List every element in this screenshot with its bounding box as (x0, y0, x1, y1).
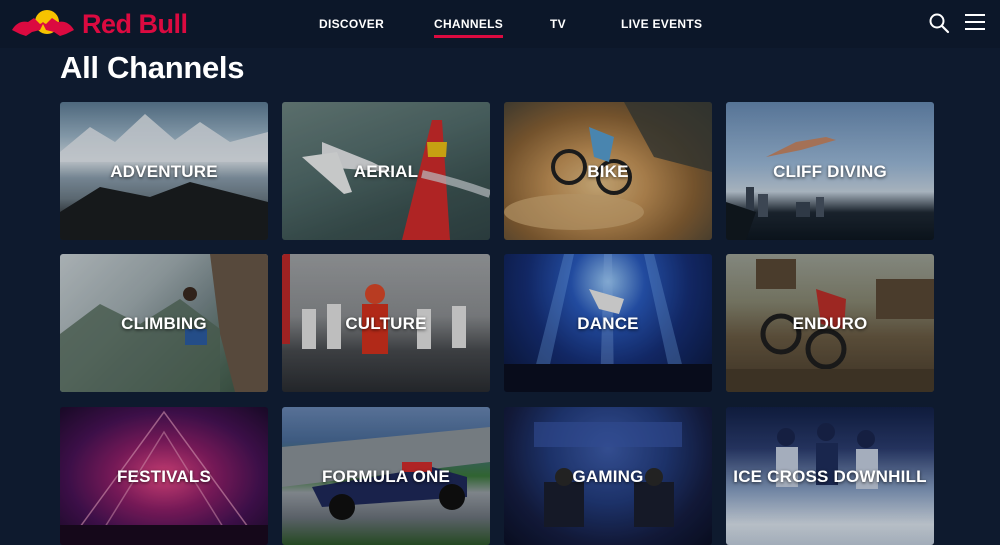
channel-tile-ice-cross-downhill[interactable]: ICE CROSS DOWNHILL (726, 407, 934, 545)
nav-item-discover[interactable]: DISCOVER (319, 17, 384, 31)
nav-item-channels[interactable]: CHANNELS (434, 17, 504, 38)
channel-tile-festivals[interactable]: FESTIVALS (60, 407, 268, 545)
channel-label: AERIAL (353, 162, 419, 181)
brand-name: Red Bull (82, 8, 188, 39)
channel-label: FESTIVALS (116, 467, 212, 486)
channel-label: ADVENTURE (110, 162, 218, 181)
channel-tile-formula-one[interactable]: FORMULA ONE (282, 407, 490, 545)
red-bull-logo[interactable]: Red Bull (10, 4, 190, 44)
channel-tile-culture[interactable]: CULTURE (282, 254, 490, 392)
search-icon[interactable] (928, 12, 950, 34)
nav-item-live-events[interactable]: LIVE EVENTS (621, 17, 702, 31)
channel-tile-dance[interactable]: DANCE (504, 254, 712, 392)
channel-label: FORMULA ONE (321, 467, 451, 486)
channel-tile-climbing[interactable]: CLIMBING (60, 254, 268, 392)
channel-label: ENDURO (792, 314, 868, 333)
channel-label: BIKE (587, 162, 629, 181)
channel-label: CLIMBING (121, 314, 207, 333)
channel-tile-cliff-diving[interactable]: CLIFF DIVING (726, 102, 934, 240)
channel-label: ICE CROSS DOWNHILL (733, 467, 927, 486)
channel-label: CULTURE (345, 314, 427, 333)
hamburger-menu-icon[interactable] (965, 14, 985, 32)
site-header: Red Bull DISCOVER CHANNELS TV LIVE EVENT… (0, 0, 1000, 48)
channel-tile-gaming[interactable]: GAMING (504, 407, 712, 545)
page-title: All Channels (60, 50, 245, 85)
channel-label: CLIFF DIVING (773, 162, 887, 181)
nav-item-tv[interactable]: TV (550, 17, 566, 31)
channel-tile-aerial[interactable]: AERIAL (282, 102, 490, 240)
red-bull-emblem-icon (12, 10, 74, 36)
channel-label: GAMING (572, 467, 644, 486)
channel-label: DANCE (577, 314, 639, 333)
channel-tile-enduro[interactable]: ENDURO (726, 254, 934, 392)
channel-tile-bike[interactable]: BIKE (504, 102, 712, 240)
channel-tile-adventure[interactable]: ADVENTURE (60, 102, 268, 240)
